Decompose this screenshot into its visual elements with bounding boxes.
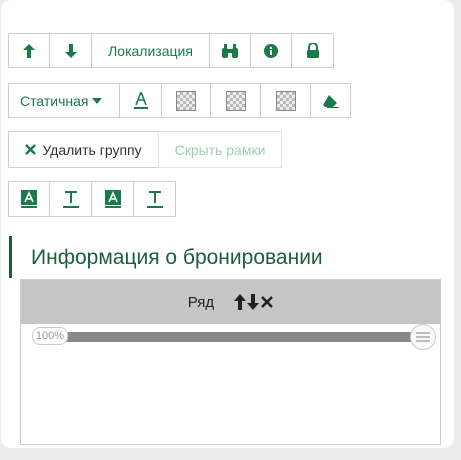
transparent-swatch-icon (225, 90, 246, 111)
localization-label: Локализация (108, 42, 193, 59)
clear-style-button[interactable] (310, 83, 351, 118)
arrow-down-icon (64, 43, 77, 58)
text-color-icon (133, 91, 148, 109)
text-underline-button-1[interactable] (49, 181, 92, 217)
lock-button[interactable] (291, 33, 334, 68)
close-icon (25, 144, 37, 155)
background-color-button[interactable] (161, 83, 211, 118)
shadow-color-button[interactable] (260, 83, 311, 118)
row-header: Ряд (21, 280, 440, 324)
width-slider-track[interactable] (63, 332, 423, 342)
text-underline-button-2[interactable] (133, 181, 176, 217)
row-label: Ряд (187, 293, 215, 311)
transparent-swatch-icon (176, 90, 196, 111)
text-underline-icon (62, 191, 79, 208)
info-icon (264, 43, 278, 58)
editor-panel: Локализация Статичная Удалить группу Скр… (1, 0, 454, 448)
arrow-up-icon (23, 43, 35, 58)
move-up-button[interactable] (8, 33, 50, 68)
text-style-icon (104, 190, 121, 208)
localization-button[interactable]: Локализация (91, 33, 210, 68)
slider-handle[interactable] (410, 324, 436, 350)
hide-frames-button[interactable]: Скрыть рамки (158, 131, 282, 168)
lock-icon (306, 43, 319, 58)
move-down-button[interactable] (49, 33, 92, 68)
delete-group-button[interactable]: Удалить группу (8, 131, 159, 168)
close-icon[interactable] (261, 296, 274, 308)
transparent-swatch-icon (275, 90, 296, 111)
position-select-value: Статичная (20, 92, 89, 109)
arrow-up-icon[interactable] (234, 294, 247, 310)
caret-down-icon (92, 97, 103, 104)
text-style-icon (21, 190, 37, 208)
binoculars-icon (222, 43, 238, 58)
find-button[interactable] (209, 33, 251, 68)
text-style-button-1[interactable] (8, 181, 50, 217)
text-style-button-2[interactable] (91, 181, 134, 217)
position-select[interactable]: Статичная (8, 83, 120, 118)
slider-value: 100% (32, 327, 68, 345)
text-underline-icon (146, 191, 163, 208)
list-icon (416, 332, 430, 342)
eraser-icon (322, 94, 339, 108)
row-container: Ряд 100% (20, 279, 441, 445)
info-button[interactable] (250, 33, 292, 68)
hide-frames-label: Скрыть рамки (174, 141, 266, 158)
section-title: Информация о бронировании (9, 236, 449, 278)
border-color-button[interactable] (210, 83, 261, 118)
delete-group-label: Удалить группу (42, 141, 142, 158)
arrow-down-icon[interactable] (247, 294, 260, 310)
text-color-button[interactable] (119, 83, 162, 118)
